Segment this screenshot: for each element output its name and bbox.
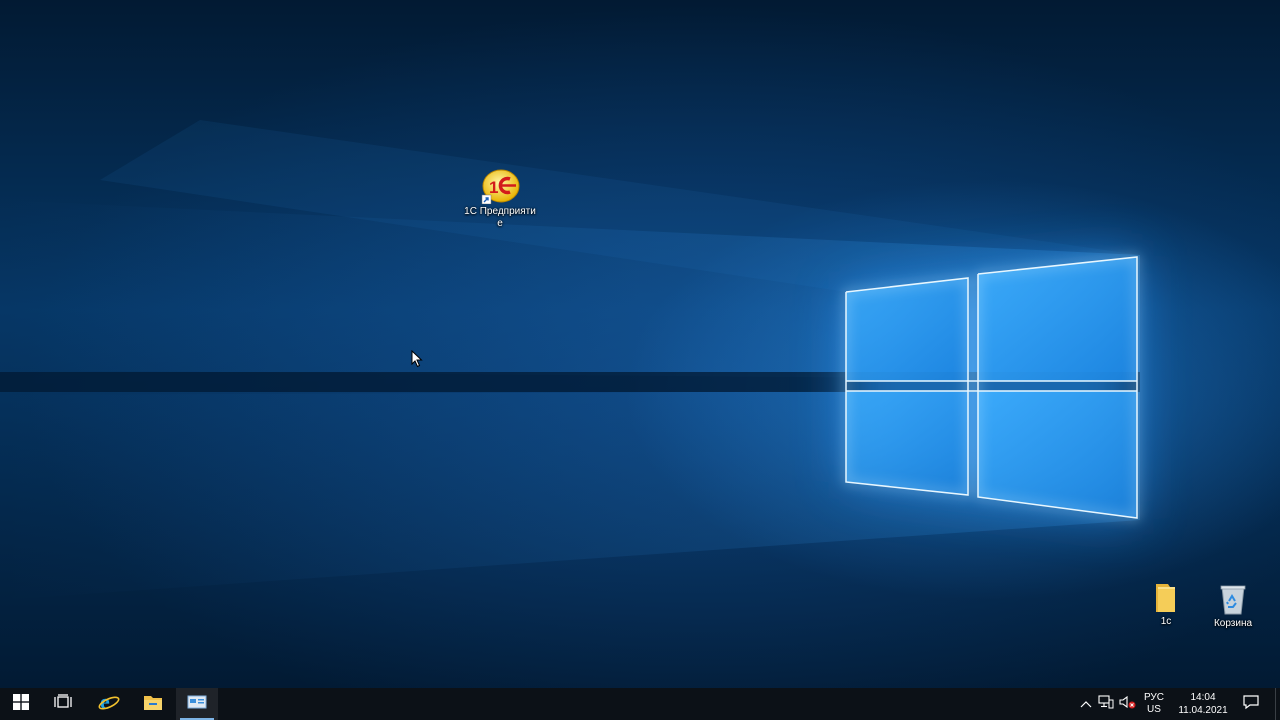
taskbar: e РУС US 14:04 11.04.2021 bbox=[0, 688, 1280, 720]
task-view-button[interactable] bbox=[42, 688, 84, 720]
1c-enterprise-shortcut-icon: 1 bbox=[480, 168, 520, 205]
volume-muted-icon bbox=[1119, 695, 1137, 714]
server-manager-button[interactable] bbox=[176, 688, 218, 720]
input-language-indicator[interactable]: РУС US bbox=[1140, 688, 1168, 720]
desktop-wallpaper bbox=[0, 0, 1280, 688]
internet-explorer-icon: e bbox=[98, 689, 120, 718]
desktop-icon-folder-1c[interactable]: 1c bbox=[1128, 582, 1204, 628]
chevron-up-icon bbox=[1080, 695, 1092, 713]
task-view-icon bbox=[54, 693, 72, 715]
mouse-pointer-icon bbox=[411, 349, 423, 373]
desktop-icon-recycle-bin[interactable]: Корзина bbox=[1195, 582, 1271, 630]
clock-date: 11.04.2021 bbox=[1178, 705, 1228, 716]
svg-text:e: e bbox=[100, 691, 110, 713]
recycle-bin-icon bbox=[1216, 582, 1250, 616]
volume-tray-button[interactable] bbox=[1118, 688, 1138, 720]
folder-icon bbox=[1150, 582, 1182, 614]
language-primary: РУС bbox=[1143, 692, 1165, 703]
clock-time: 14:04 bbox=[1190, 692, 1216, 703]
file-explorer-icon bbox=[143, 693, 163, 716]
desktop-icon-1c-enterprise[interactable]: 1 1С Предприятие bbox=[462, 168, 538, 230]
taskbar-clock[interactable]: 14:04 11.04.2021 bbox=[1172, 688, 1234, 720]
windows-logo-light bbox=[0, 120, 1140, 600]
network-icon bbox=[1098, 694, 1114, 714]
action-center-button[interactable] bbox=[1238, 688, 1264, 720]
desktop-icon-label: Корзина bbox=[1213, 618, 1253, 629]
file-explorer-button[interactable] bbox=[132, 688, 174, 720]
windows-start-icon bbox=[13, 693, 29, 715]
internet-explorer-button[interactable]: e bbox=[88, 688, 130, 720]
action-center-icon bbox=[1243, 694, 1259, 715]
language-secondary: US bbox=[1147, 704, 1161, 715]
start-button[interactable] bbox=[0, 688, 42, 720]
show-hidden-icons-button[interactable] bbox=[1078, 688, 1094, 720]
svg-text:1: 1 bbox=[489, 178, 498, 197]
server-manager-icon bbox=[187, 694, 207, 715]
network-tray-button[interactable] bbox=[1097, 688, 1115, 720]
show-desktop-button[interactable] bbox=[1275, 688, 1280, 720]
desktop-icon-label: 1c bbox=[1160, 616, 1172, 627]
desktop-icon-label: 1С Предприятие bbox=[464, 206, 536, 229]
